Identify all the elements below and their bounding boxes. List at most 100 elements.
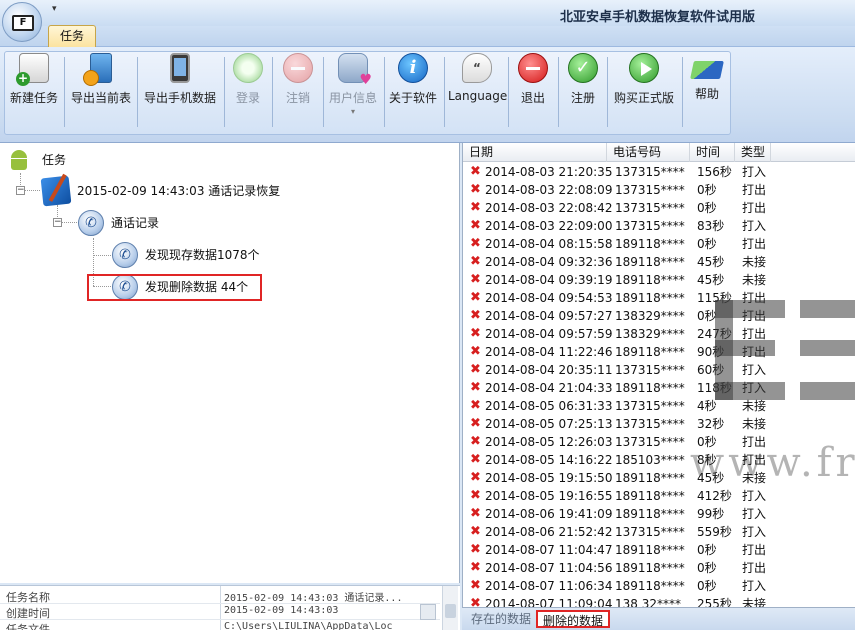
quit-button[interactable]: 退出 <box>512 53 554 129</box>
table-row[interactable]: ✖ 2014-08-07 11:04:56 189118**** 0秒 打出 <box>463 559 855 577</box>
tab-task[interactable]: 任务 <box>48 25 96 47</box>
cell-phone: 189118**** <box>615 255 685 269</box>
cell-duration: 60秒 <box>697 363 725 377</box>
table-row[interactable]: ✖ 2014-08-05 06:31:33 137315**** 4秒 未接 <box>463 397 855 415</box>
cell-phone: 137315**** <box>615 165 685 179</box>
about-button[interactable]: i 关于软件 <box>386 53 440 129</box>
cell-duration: 412秒 <box>697 489 732 503</box>
column-header-type[interactable]: 类型 <box>735 143 771 162</box>
login-label: 登录 <box>235 91 260 105</box>
table-row[interactable]: ✖ 2014-08-04 11:22:46 189118**** 90秒 打出 <box>463 343 855 361</box>
table-row[interactable]: ✖ 2014-08-07 11:09:04 138 32**** 255秒 未接 <box>463 595 855 607</box>
cell-date: 2014-08-04 21:04:33 <box>485 381 613 395</box>
language-button[interactable]: “ Language <box>448 53 507 129</box>
cell-phone: 189118**** <box>615 345 685 359</box>
cell-type: 打出 <box>742 543 767 557</box>
cell-type: 打出 <box>742 183 767 197</box>
cell-duration: 32秒 <box>697 417 725 431</box>
table-row[interactable]: ✖ 2014-08-04 20:35:11 137315**** 60秒 打入 <box>463 361 855 379</box>
login-button[interactable]: 登录 <box>228 53 268 129</box>
deleted-x-icon: ✖ <box>470 164 481 179</box>
user-info-button[interactable]: 用户信息 ▾ <box>326 53 380 129</box>
deleted-x-icon: ✖ <box>470 416 481 431</box>
logout-button[interactable]: 注销 <box>276 53 320 129</box>
ribbon-separator <box>272 57 273 127</box>
help-button[interactable]: 帮助 <box>686 53 728 129</box>
phone-call-icon: ✆ <box>78 210 104 236</box>
cell-duration: 0秒 <box>697 579 717 593</box>
cell-date: 2014-08-04 09:32:36 <box>485 255 613 269</box>
ribbon-separator <box>64 57 65 127</box>
buy-button[interactable]: 购买正式版 <box>610 53 678 129</box>
table-row[interactable]: ✖ 2014-08-04 21:04:33 189118**** 118秒 打入 <box>463 379 855 397</box>
table-row[interactable]: ✖ 2014-08-04 09:39:19 189118**** 45秒 未接 <box>463 271 855 289</box>
watermark-text: www.fro <box>690 440 855 486</box>
table-row[interactable]: ✖ 2014-08-07 11:04:47 189118**** 0秒 打出 <box>463 541 855 559</box>
tree-expander[interactable]: − <box>53 218 62 227</box>
horizontal-scrollbar[interactable] <box>420 604 436 620</box>
cell-duration: 247秒 <box>697 327 732 341</box>
deleted-x-icon: ✖ <box>470 506 481 521</box>
deleted-x-icon: ✖ <box>470 398 481 413</box>
ribbon-separator <box>558 57 559 127</box>
deleted-x-icon: ✖ <box>470 434 481 449</box>
table-row[interactable]: ✖ 2014-08-03 21:20:35 137315**** 156秒 打入 <box>463 163 855 181</box>
table-row[interactable]: ✖ 2014-08-03 22:08:09 137315**** 0秒 打出 <box>463 181 855 199</box>
tab-deleted-data[interactable]: 删除的数据 <box>536 610 611 628</box>
tree-task-label: 2015-02-09 14:43:03 通话记录恢复 <box>77 184 281 198</box>
phone-call-icon: ✆ <box>112 242 138 268</box>
table-row[interactable]: ✖ 2014-08-04 09:54:53 189118**** 115秒 打出 <box>463 289 855 307</box>
table-row[interactable]: ✖ 2014-08-04 08:15:58 189118**** 0秒 打出 <box>463 235 855 253</box>
export-phone-button[interactable]: 导出手机数据 <box>140 53 220 129</box>
deleted-x-icon: ✖ <box>470 290 481 305</box>
cell-duration: 0秒 <box>697 309 717 323</box>
tab-existing-data[interactable]: 存在的数据 <box>466 610 536 628</box>
table-row[interactable]: ✖ 2014-08-04 09:57:27 138329**** 0秒 打出 <box>463 307 855 325</box>
app-menu-button[interactable]: F <box>2 2 42 42</box>
table-row[interactable]: ✖ 2014-08-04 09:32:36 189118**** 45秒 未接 <box>463 253 855 271</box>
cell-type: 未接 <box>742 417 767 431</box>
cell-duration: 0秒 <box>697 183 717 197</box>
cell-type: 打入 <box>742 219 767 233</box>
title-bar: ▾ 北亚安卓手机数据恢复软件试用版 <box>0 0 855 26</box>
table-row[interactable]: ✖ 2014-08-03 22:08:42 137315**** 0秒 打出 <box>463 199 855 217</box>
table-row[interactable]: ✖ 2014-08-06 21:52:42 137315**** 559秒 打入 <box>463 523 855 541</box>
column-header-phone[interactable]: 电话号码 <box>607 143 690 162</box>
table-row[interactable]: ✖ 2014-08-03 22:09:00 137315**** 83秒 打入 <box>463 217 855 235</box>
ribbon-separator <box>682 57 683 127</box>
cell-type: 打入 <box>742 507 767 521</box>
export-phone-label: 导出手机数据 <box>143 91 216 105</box>
property-value: 2015-02-09 14:43:03 <box>224 605 339 616</box>
cell-duration: 0秒 <box>697 237 717 251</box>
cell-duration: 90秒 <box>697 345 725 359</box>
cell-phone: 189118**** <box>615 471 685 485</box>
scrollbar-thumb[interactable] <box>445 604 456 618</box>
cell-type: 未接 <box>742 255 767 269</box>
info-icon: i <box>398 53 428 83</box>
cell-duration: 4秒 <box>697 399 717 413</box>
deleted-x-icon: ✖ <box>470 524 481 539</box>
table-row[interactable]: ✖ 2014-08-05 07:25:13 137315**** 32秒 未接 <box>463 415 855 433</box>
quit-icon <box>518 53 548 83</box>
new-task-label: 新建任务 <box>9 91 58 105</box>
column-header-duration[interactable]: 时间 <box>690 143 735 162</box>
new-task-button[interactable]: 新建任务 <box>6 53 62 129</box>
register-button[interactable]: ✓ 注册 <box>562 53 604 129</box>
cell-type: 打出 <box>742 327 767 341</box>
cell-duration: 115秒 <box>697 291 732 305</box>
table-row[interactable]: ✖ 2014-08-07 11:06:34 189118**** 0秒 打入 <box>463 577 855 595</box>
vertical-scrollbar[interactable] <box>442 586 458 630</box>
cell-date: 2014-08-04 08:15:58 <box>485 237 613 251</box>
cell-date: 2014-08-04 09:54:53 <box>485 291 613 305</box>
cell-date: 2014-08-04 09:57:59 <box>485 327 613 341</box>
quick-access-dropdown-icon[interactable]: ▾ <box>52 4 57 14</box>
export-table-button[interactable]: 导出当前表 <box>68 53 134 129</box>
cell-type: 未接 <box>742 273 767 287</box>
table-row[interactable]: ✖ 2014-08-05 19:16:55 189118**** 412秒 打入 <box>463 487 855 505</box>
cell-date: 2014-08-04 09:39:19 <box>485 273 613 287</box>
table-row[interactable]: ✖ 2014-08-06 19:41:09 189118**** 99秒 打入 <box>463 505 855 523</box>
column-header-date[interactable]: 日期 <box>463 143 607 162</box>
tree-expander[interactable]: − <box>16 186 25 195</box>
table-row[interactable]: ✖ 2014-08-04 09:57:59 138329**** 247秒 打出 <box>463 325 855 343</box>
cell-phone: 189118**** <box>615 273 685 287</box>
